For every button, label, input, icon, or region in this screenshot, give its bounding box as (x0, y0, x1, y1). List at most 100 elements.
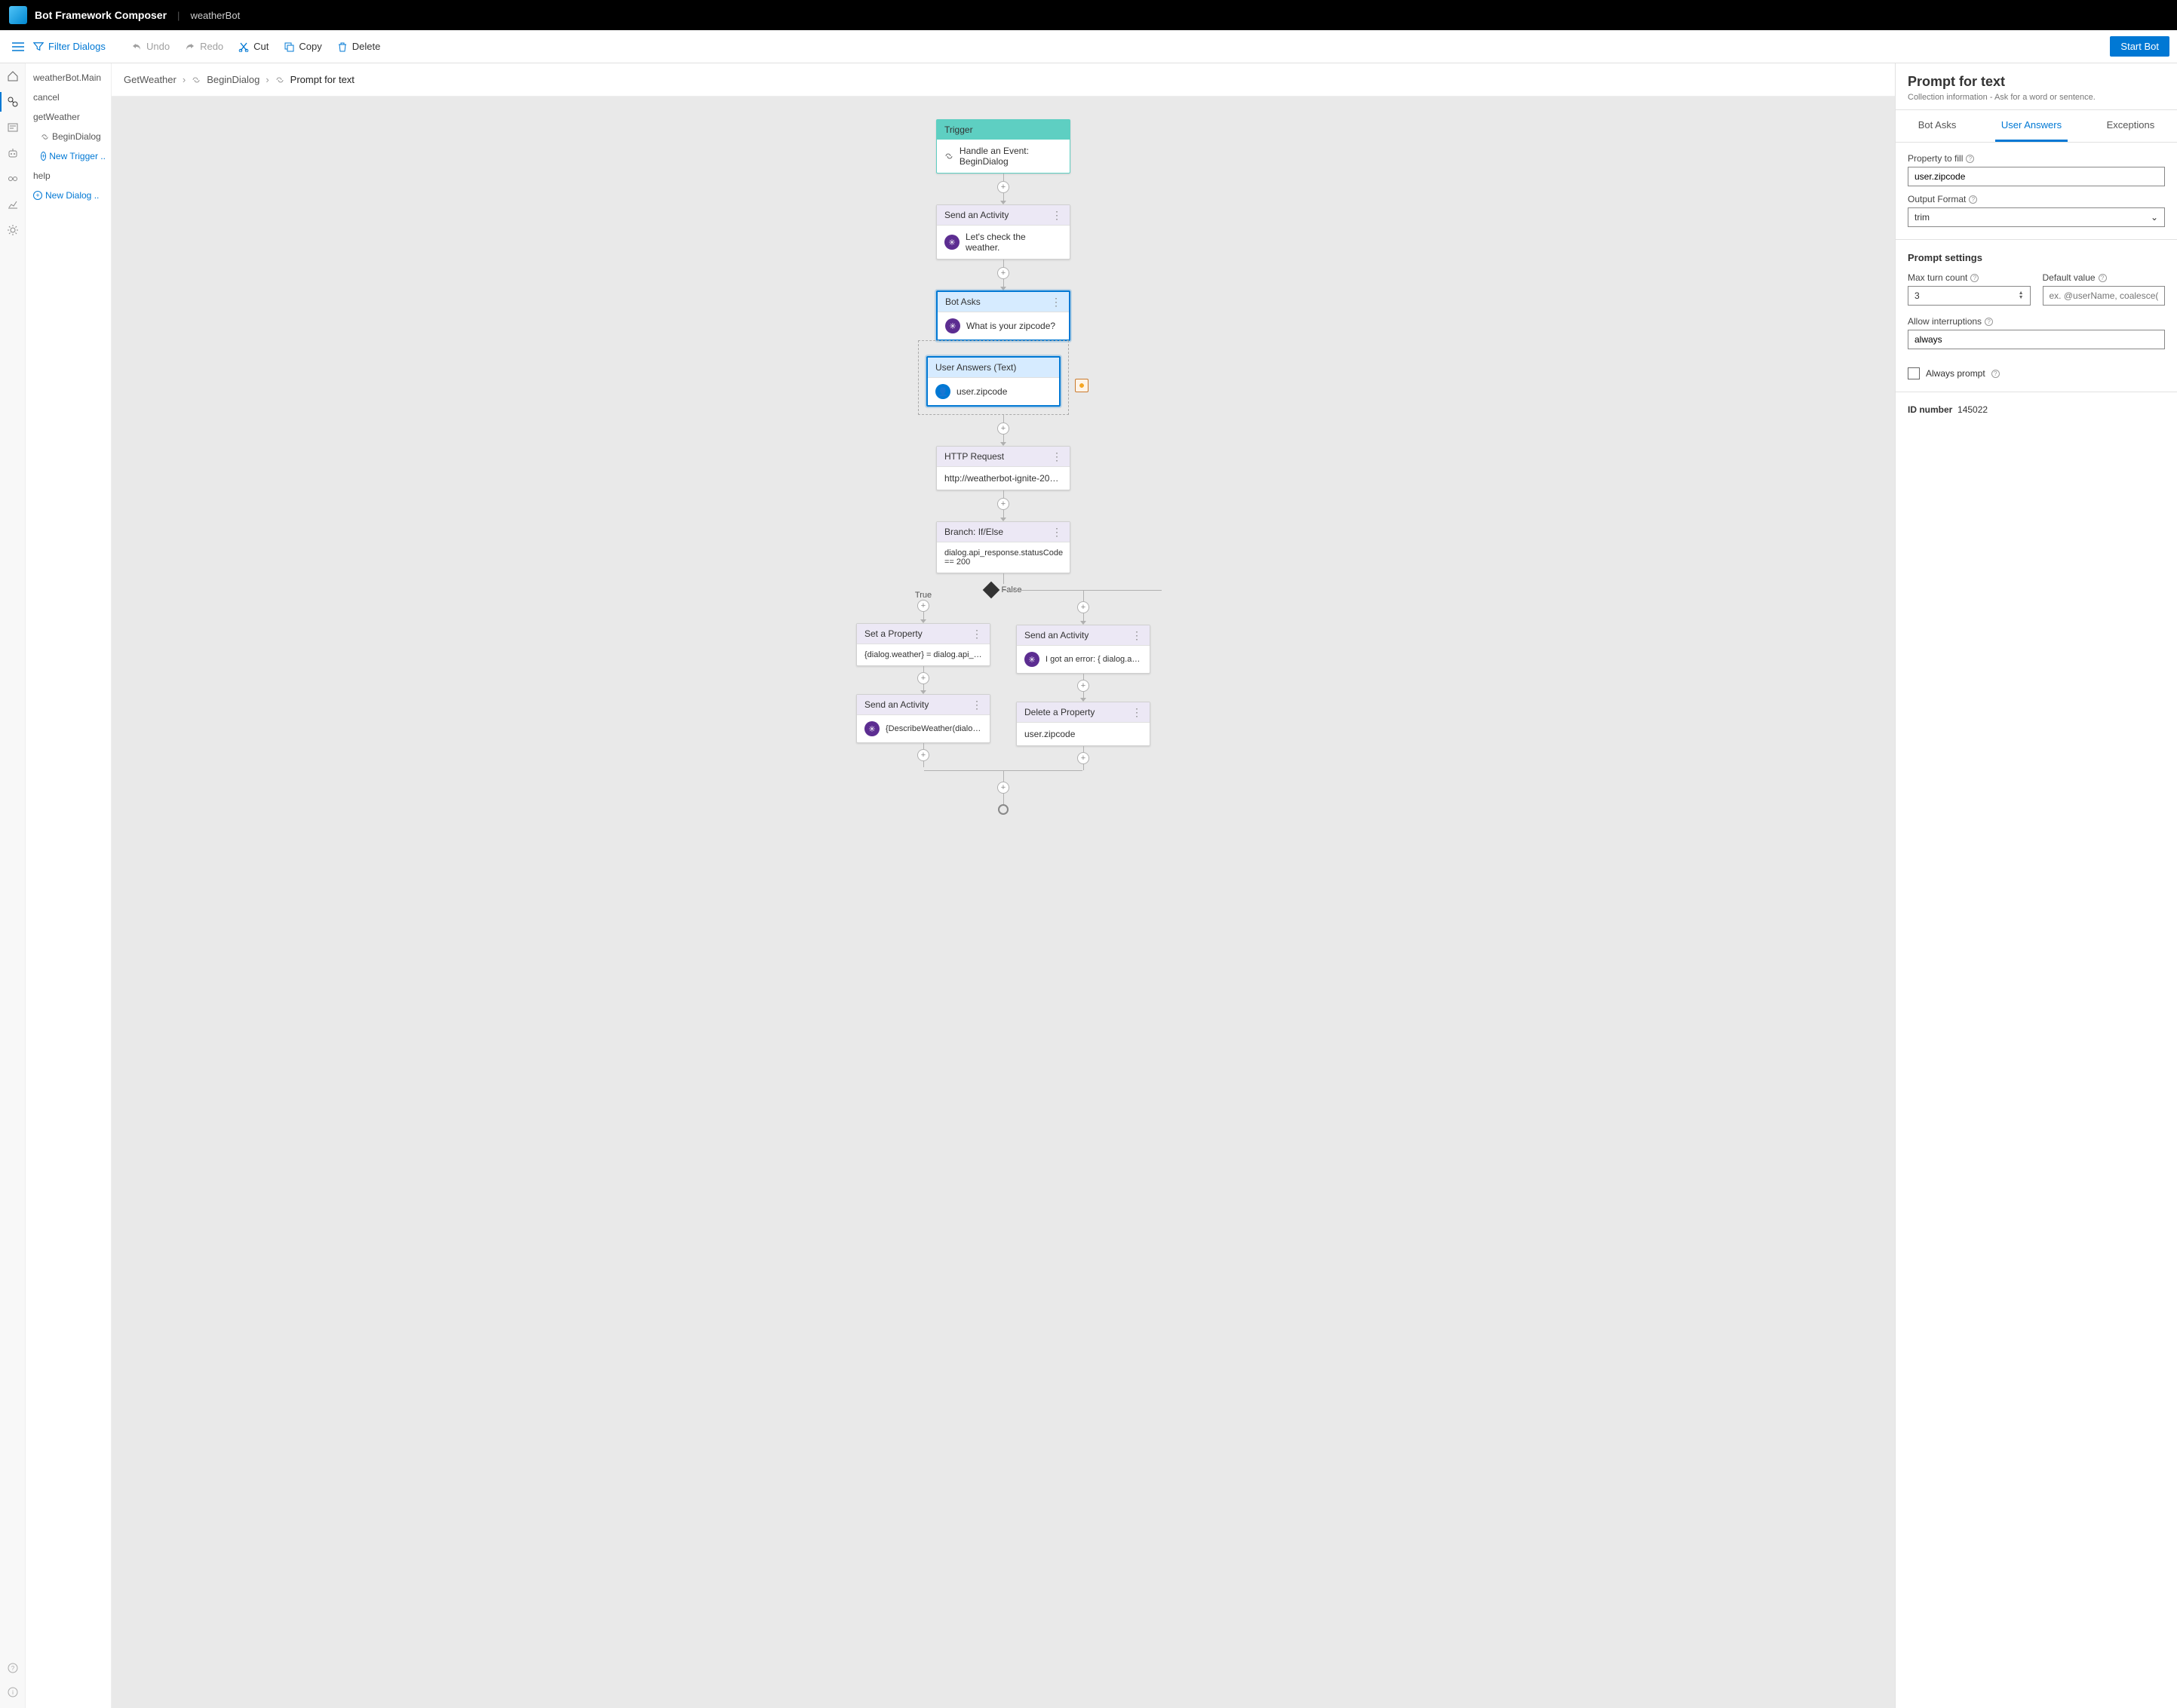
sidebar-item-help[interactable]: help (26, 166, 111, 186)
new-dialog-button[interactable]: + New Dialog .. (26, 186, 111, 205)
copy-button[interactable]: Copy (284, 41, 321, 52)
more-icon[interactable]: ⋮ (1052, 451, 1062, 462)
link-icon (41, 133, 49, 141)
more-icon[interactable]: ⋮ (1131, 630, 1142, 640)
add-node-button[interactable]: + (997, 267, 1009, 279)
node-body-text: What is your zipcode? (966, 321, 1055, 331)
property-to-fill-input[interactable] (1908, 167, 2165, 186)
chart-icon[interactable] (6, 198, 20, 211)
prompt-settings-title: Prompt settings (1908, 252, 2165, 263)
info-icon[interactable]: ? (1970, 274, 1979, 282)
tab-user-answers[interactable]: User Answers (1995, 110, 2068, 142)
more-icon[interactable]: ⋮ (1051, 296, 1061, 307)
add-node-button[interactable]: + (917, 600, 929, 612)
more-icon[interactable]: ⋮ (1131, 707, 1142, 717)
node-body-text: dialog.api_response.statusCode == 200 (944, 548, 1063, 567)
info-icon[interactable]: i (6, 1685, 20, 1699)
tab-exceptions[interactable]: Exceptions (2101, 110, 2161, 142)
sidebar-item-getweather[interactable]: getWeather (26, 107, 111, 127)
branch-true-label: True (915, 591, 932, 600)
default-value-label: Default value ? (2043, 272, 2166, 283)
more-icon[interactable]: ⋮ (972, 699, 982, 710)
link-icon (944, 151, 953, 161)
more-icon[interactable]: ⋮ (972, 628, 982, 639)
sidebar-item-begindialog[interactable]: BeginDialog (26, 127, 111, 146)
flow-canvas[interactable]: Trigger Handle an Event: BeginDialog + S… (112, 97, 1895, 1708)
info-icon[interactable]: ? (1966, 155, 1974, 163)
sidebar-item-main[interactable]: weatherBot.Main (26, 68, 111, 88)
cut-icon (238, 41, 249, 52)
add-node-button[interactable]: + (997, 498, 1009, 510)
node-send-activity[interactable]: Send an Activity⋮ ✳Let's check the weath… (936, 204, 1070, 260)
breadcrumb-item[interactable]: GetWeather (124, 74, 177, 85)
add-node-button[interactable]: + (1077, 752, 1089, 764)
help-icon[interactable]: ? (6, 1661, 20, 1675)
info-icon[interactable]: ? (2099, 274, 2107, 282)
end-node-icon (998, 804, 1009, 815)
panel-title: Prompt for text (1908, 74, 2165, 90)
more-icon[interactable]: ⋮ (1052, 527, 1062, 537)
home-icon[interactable] (6, 69, 20, 83)
add-node-button[interactable]: + (997, 782, 1009, 794)
publish-icon[interactable] (6, 172, 20, 186)
node-send-activity[interactable]: Send an Activity⋮ ✳I got an error: { dia… (1016, 625, 1150, 674)
default-value-input[interactable] (2043, 286, 2166, 306)
responses-icon[interactable] (6, 121, 20, 134)
new-trigger-button[interactable]: + New Trigger .. (26, 146, 111, 166)
output-format-select[interactable]: trim ⌄ (1908, 207, 2165, 227)
dialog-sidebar: weatherBot.Main cancel getWeather BeginD… (26, 63, 112, 1708)
design-icon[interactable] (6, 95, 20, 109)
svg-text:i: i (12, 1689, 14, 1696)
redo-button[interactable]: Redo (185, 41, 223, 52)
add-node-button[interactable]: + (1077, 601, 1089, 613)
node-trigger[interactable]: Trigger Handle an Event: BeginDialog (936, 119, 1070, 174)
add-node-button[interactable]: + (917, 749, 929, 761)
add-node-button[interactable]: + (1077, 680, 1089, 692)
breadcrumb: GetWeather › BeginDialog › Prompt for te… (112, 63, 1895, 97)
id-label: ID number (1908, 404, 1952, 415)
sidebar-item-cancel[interactable]: cancel (26, 88, 111, 107)
allow-interruptions-input[interactable] (1908, 330, 2165, 349)
node-send-activity[interactable]: Send an Activity⋮ ✳{DescribeWeather(dial… (856, 694, 990, 743)
always-prompt-checkbox[interactable] (1908, 367, 1920, 379)
node-title: Send an Activity (944, 210, 1009, 220)
node-bot-asks[interactable]: Bot Asks⋮ ✳What is your zipcode? (936, 290, 1070, 341)
spinner-icon[interactable]: ▲▼ (2019, 291, 2024, 300)
toolbar: Filter Dialogs Undo Redo Cut Copy Delete… (0, 30, 2177, 63)
undo-icon (131, 41, 142, 52)
delete-button[interactable]: Delete (337, 41, 381, 52)
node-branch[interactable]: Branch: If/Else ⋮ dialog.api_response.sta… (936, 521, 1070, 573)
more-icon[interactable]: ⋮ (1052, 210, 1062, 220)
add-node-button[interactable]: + (917, 672, 929, 684)
chevron-right-icon: › (266, 74, 269, 85)
node-delete-property[interactable]: Delete a Property⋮ user.zipcode (1016, 702, 1150, 746)
add-node-button[interactable]: + (997, 181, 1009, 193)
add-node-button[interactable]: + (997, 422, 1009, 435)
node-title: Set a Property (864, 628, 923, 639)
info-icon[interactable]: ? (1969, 195, 1977, 204)
node-title: Branch: If/Else (944, 527, 1003, 537)
cut-button[interactable]: Cut (238, 41, 269, 52)
robot-icon[interactable] (6, 146, 20, 160)
info-icon[interactable]: ? (1991, 370, 2000, 378)
info-icon[interactable]: ? (1985, 318, 1993, 326)
id-value: 145022 (1957, 404, 1988, 415)
new-trigger-label: New Trigger .. (49, 151, 106, 161)
node-user-answers[interactable]: User Answers (Text) 👤user.zipcode (926, 356, 1061, 407)
max-turn-input[interactable]: 3 ▲▼ (1908, 286, 2031, 306)
warning-icon[interactable] (1075, 379, 1088, 392)
hamburger-icon[interactable] (8, 39, 29, 54)
breadcrumb-item[interactable]: BeginDialog (207, 74, 259, 85)
node-set-property[interactable]: Set a Property⋮ {dialog.weather} = dialo… (856, 623, 990, 666)
panel-tabs: Bot Asks User Answers Exceptions (1896, 110, 2177, 143)
node-http-request[interactable]: HTTP Request⋮ http://weatherbot-ignite-2… (936, 446, 1070, 490)
node-title: Send an Activity (864, 699, 929, 710)
undo-button[interactable]: Undo (131, 41, 170, 52)
tab-bot-asks[interactable]: Bot Asks (1912, 110, 1963, 142)
filter-label: Filter Dialogs (48, 41, 106, 52)
filter-dialogs-button[interactable]: Filter Dialogs (33, 41, 106, 52)
node-body-text: user.zipcode (956, 386, 1007, 397)
node-title: Trigger (944, 124, 973, 135)
start-bot-button[interactable]: Start Bot (2110, 36, 2169, 57)
settings-icon[interactable] (6, 223, 20, 237)
